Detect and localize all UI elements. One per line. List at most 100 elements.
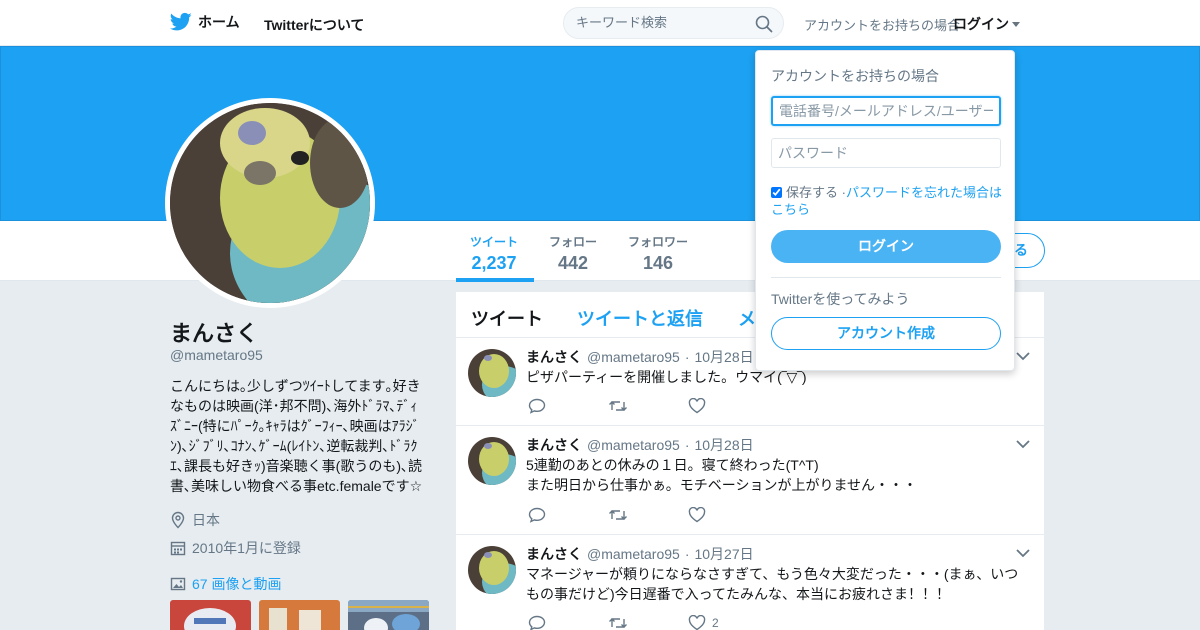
stat-tweets[interactable]: ツイート 2,237 [470, 233, 518, 274]
tweet-avatar[interactable] [468, 349, 516, 397]
login-dropdown-toggle[interactable]: ログイン [953, 14, 1020, 34]
retweet-icon [609, 401, 627, 411]
remember-row: 保存する ·パスワードを忘れた場合はこちら [771, 184, 1003, 218]
login-button[interactable]: ログイン [771, 230, 1001, 263]
chevron-down-icon[interactable] [1016, 548, 1030, 558]
media-link-label: 67 画像と動画 [192, 576, 282, 592]
tweet-separator: · [684, 349, 690, 365]
remember-label[interactable]: 保存する [786, 185, 838, 200]
profile-handle[interactable]: @mametaro95 [170, 347, 263, 363]
tweet[interactable]: まんさく @mametaro95 · 10月28日 5連勤のあとの休みの１日。寝… [456, 426, 1044, 535]
twitter-bird-icon [170, 12, 192, 31]
tweet-header: まんさく @mametaro95 · 10月28日 [526, 435, 754, 455]
search-icon[interactable] [755, 15, 773, 33]
tweet-header: まんさく @mametaro95 · 10月28日 [526, 347, 754, 367]
login-prompt: アカウントをお持ちの場合 [804, 18, 961, 33]
like-button[interactable] [688, 398, 768, 414]
reply-icon [528, 615, 546, 630]
tab-media[interactable]: メ [738, 305, 756, 331]
remember-checkbox[interactable] [771, 187, 782, 198]
reply-button[interactable] [528, 398, 608, 414]
tweet-author-name[interactable]: まんさく [526, 435, 582, 455]
login-dropdown-title: アカウントをお持ちの場合 [771, 68, 939, 84]
search-input[interactable] [576, 15, 746, 30]
password-field[interactable] [771, 138, 1001, 168]
divider [771, 277, 1001, 278]
heart-icon [688, 507, 706, 523]
tweet-timestamp[interactable]: 10月28日 [694, 347, 753, 367]
chevron-down-icon[interactable] [1016, 439, 1030, 449]
username-field[interactable] [771, 96, 1001, 126]
tweet-separator: · [684, 546, 690, 562]
search-box[interactable] [563, 7, 784, 39]
retweet-icon [609, 510, 627, 520]
nav-home[interactable]: ホーム [170, 12, 240, 32]
tweet-avatar[interactable] [468, 437, 516, 485]
stat-followers-value: 146 [642, 253, 674, 273]
tweet-author-name[interactable]: まんさく [526, 347, 582, 367]
tab-tweets[interactable]: ツイート [471, 305, 543, 331]
tweet-actions [528, 507, 768, 523]
tab-tweets-replies[interactable]: ツイートと返信 [577, 305, 703, 331]
heart-icon [688, 398, 706, 414]
like-button[interactable]: 2 [688, 615, 768, 630]
top-navigation: ホーム Twitterについて アカウントをお持ちの場合 ログイン [0, 0, 1200, 46]
tweet-text: マネージャーが頼りにならなさすぎて、もう色々大変だった・・・(まぁ、いつもの事だ… [526, 566, 1019, 602]
tweet-timestamp[interactable]: 10月28日 [694, 435, 753, 455]
avatar-image [170, 103, 370, 303]
retweet-button[interactable] [608, 398, 688, 414]
reply-button[interactable] [528, 507, 608, 523]
profile-avatar[interactable] [165, 98, 375, 308]
like-count: 2 [712, 616, 719, 630]
tweet-author-handle[interactable]: @mametaro95 [587, 546, 680, 562]
stat-following-label: フォロー [549, 235, 598, 249]
active-tab-indicator [456, 278, 534, 282]
profile-joined: 2010年1月に登録 [170, 538, 301, 558]
nav-home-label: ホーム [198, 14, 240, 30]
like-button[interactable] [688, 507, 768, 523]
tweet[interactable]: まんさく @mametaro95 · 10月27日 マネージャーが頼りにならなさ… [456, 535, 1044, 630]
tweet-actions: 2 [528, 615, 768, 630]
image-icon [170, 577, 186, 591]
caret-down-icon [1012, 21, 1020, 27]
media-link[interactable]: 67 画像と動画 [170, 574, 281, 594]
tweet-timestamp[interactable]: 10月27日 [694, 544, 753, 564]
stat-tweets-label: ツイート [470, 235, 519, 249]
stat-tweets-value: 2,237 [471, 253, 517, 273]
heart-icon [688, 615, 706, 630]
stat-following-value: 442 [557, 253, 589, 273]
profile-bio: こんにちは｡少しずつﾂｲｰﾄしてます｡好きなものは映画(洋･邦不問)､海外ﾄﾞﾗ… [170, 378, 423, 494]
profile-location: 日本 [170, 510, 220, 530]
login-toggle-label: ログイン [953, 16, 1009, 32]
reply-icon [528, 398, 546, 414]
retweet-button[interactable] [608, 615, 688, 630]
calendar-icon [170, 541, 186, 556]
reply-button[interactable] [528, 615, 608, 630]
profile-name[interactable]: まんさく [170, 316, 258, 348]
tweet-author-handle[interactable]: @mametaro95 [587, 349, 680, 365]
stat-followers-label: フォロワー [628, 235, 689, 249]
retweet-icon [609, 618, 627, 628]
media-thumbnail[interactable] [348, 600, 429, 630]
reply-icon [528, 507, 546, 523]
tweet-text: 5連勤のあとの休みの１日。寝て終わった(T^T) また明日から仕事かぁ。モチベー… [526, 457, 918, 493]
joined-text: 2010年1月に登録 [192, 540, 301, 556]
nav-about[interactable]: Twitterについて [264, 15, 364, 35]
try-twitter-label: Twitterを使ってみよう [771, 291, 910, 307]
chevron-down-icon[interactable] [1016, 351, 1030, 361]
tweet-actions [528, 398, 768, 414]
tweet-author-handle[interactable]: @mametaro95 [587, 437, 680, 453]
media-thumbnail[interactable] [170, 600, 251, 630]
location-text: 日本 [192, 512, 220, 528]
tweet-avatar[interactable] [468, 546, 516, 594]
tweet-header: まんさく @mametaro95 · 10月27日 [526, 544, 754, 564]
signup-button[interactable]: アカウント作成 [771, 317, 1001, 350]
tweet-author-name[interactable]: まんさく [526, 544, 582, 564]
media-thumbnail[interactable] [259, 600, 340, 630]
retweet-button[interactable] [608, 507, 688, 523]
location-pin-icon [171, 511, 185, 529]
stat-followers[interactable]: フォロワー 146 [628, 233, 688, 274]
tweet-separator: · [684, 437, 690, 453]
login-dropdown: アカウントをお持ちの場合 保存する ·パスワードを忘れた場合はこちら ログイン … [755, 50, 1015, 371]
stat-following[interactable]: フォロー 442 [549, 233, 597, 274]
